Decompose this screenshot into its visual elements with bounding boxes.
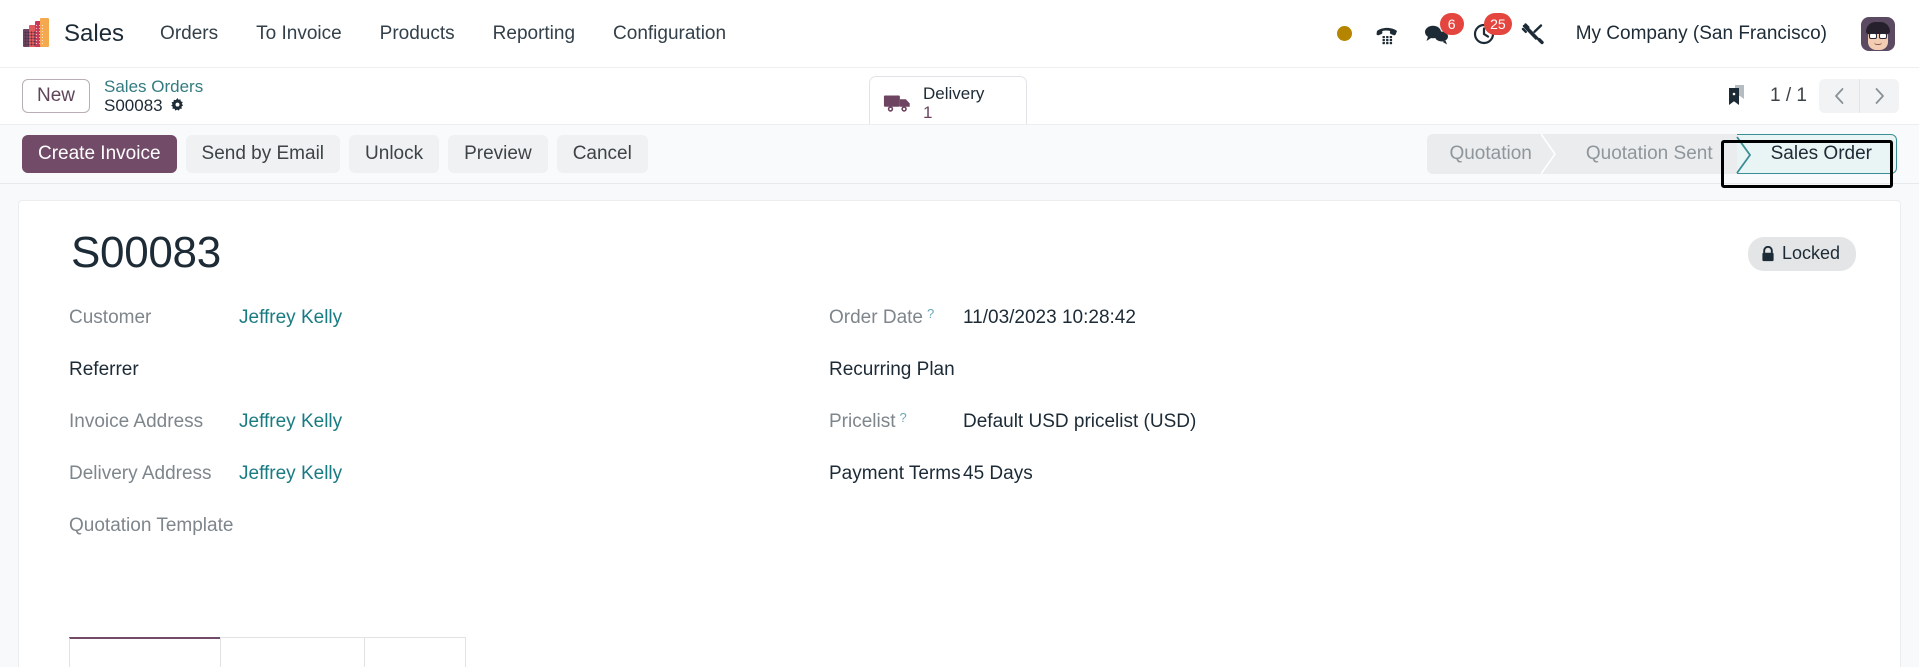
stage-quotation-sent-label: Quotation Sent bbox=[1585, 142, 1713, 164]
field-order-date-label: Order Date ? bbox=[829, 306, 963, 330]
sales-app-logo[interactable] bbox=[22, 17, 52, 49]
menu-item-reporting[interactable]: Reporting bbox=[491, 19, 577, 49]
breadcrumb-current-record: S00083 bbox=[104, 96, 203, 115]
cancel-button[interactable]: Cancel bbox=[556, 134, 648, 174]
field-referrer-label: Referrer bbox=[69, 359, 139, 381]
pager: 1 / 1 bbox=[1770, 79, 1899, 113]
status-pipeline: Quotation Quotation Sent Sales Order bbox=[1427, 134, 1899, 188]
field-referrer: Referrer bbox=[69, 359, 829, 383]
messages-count-badge: 6 bbox=[1439, 12, 1464, 35]
delivery-smart-button-label: Delivery bbox=[923, 84, 985, 103]
messages-icon[interactable]: 6 bbox=[1422, 12, 1464, 46]
menu-item-orders[interactable]: Orders bbox=[158, 19, 220, 49]
field-pricelist-value[interactable]: Default USD pricelist (USD) bbox=[963, 411, 1196, 434]
field-invoice-address-label: Invoice Address bbox=[69, 411, 204, 433]
field-pricelist: Pricelist ? Default USD pricelist (USD) bbox=[829, 410, 1850, 435]
pager-count: 1 / 1 bbox=[1770, 85, 1807, 106]
menu-item-configuration[interactable]: Configuration bbox=[611, 19, 728, 49]
field-recurring-plan-label: Recurring Plan bbox=[829, 359, 955, 381]
truck-icon bbox=[883, 91, 913, 115]
field-payment-terms-label: Payment Terms bbox=[829, 463, 961, 485]
lock-icon bbox=[1761, 245, 1775, 262]
chevron-right-icon[interactable] bbox=[1859, 79, 1899, 113]
field-invoice-address-value[interactable]: Jeffrey Kelly bbox=[239, 411, 342, 434]
user-avatar[interactable] bbox=[1861, 16, 1895, 51]
breadcrumb: Sales Orders S00083 bbox=[104, 77, 203, 115]
action-statusbar: Create Invoice Send by Email Unlock Prev… bbox=[0, 124, 1919, 188]
notebook-tabs bbox=[69, 637, 1850, 667]
locked-badge-label: Locked bbox=[1781, 243, 1840, 263]
stage-quotation[interactable]: Quotation bbox=[1427, 134, 1557, 174]
stage-separator-icon bbox=[1540, 134, 1557, 174]
field-order-date-value[interactable]: 11/03/2023 10:28:42 bbox=[963, 307, 1136, 330]
status-badge-locked: Locked bbox=[1747, 237, 1856, 271]
presence-dot-icon[interactable] bbox=[1336, 26, 1352, 41]
field-pricelist-label-text: Pricelist bbox=[829, 411, 896, 433]
smart-buttons-area: Delivery 1 bbox=[869, 76, 1027, 131]
unlock-button[interactable]: Unlock bbox=[349, 134, 440, 174]
breadcrumb-parent-sales-orders[interactable]: Sales Orders bbox=[104, 77, 203, 96]
breadcrumb-current-label: S00083 bbox=[104, 96, 163, 115]
field-customer-value[interactable]: Jeffrey Kelly bbox=[239, 307, 342, 330]
notebook-tab-2[interactable] bbox=[220, 637, 365, 667]
page-title: S00083 bbox=[71, 228, 221, 277]
company-switcher[interactable]: My Company (San Francisco) bbox=[1576, 23, 1827, 45]
notebook-tab-1[interactable] bbox=[69, 637, 221, 667]
activities-count-badge: 25 bbox=[1484, 12, 1512, 35]
field-order-date-help-icon[interactable]: ? bbox=[927, 306, 934, 322]
stage-arrow-icon bbox=[1735, 135, 1754, 174]
field-delivery-address-value[interactable]: Jeffrey Kelly bbox=[239, 463, 342, 486]
top-navbar: Sales Orders To Invoice Products Reporti… bbox=[0, 0, 1919, 68]
stage-quotation-sent[interactable]: Quotation Sent bbox=[1555, 134, 1737, 174]
menu-item-products[interactable]: Products bbox=[378, 19, 457, 49]
field-customer: Customer Jeffrey Kelly bbox=[69, 307, 829, 331]
delivery-smart-button[interactable]: Delivery 1 bbox=[869, 76, 1027, 131]
field-pricelist-help-icon[interactable]: ? bbox=[900, 410, 907, 426]
control-panel-right: 1 / 1 bbox=[1724, 79, 1899, 113]
delivery-smart-button-count: 1 bbox=[923, 103, 933, 123]
gear-icon[interactable] bbox=[170, 98, 185, 113]
field-invoice-address: Invoice Address Jeffrey Kelly bbox=[69, 411, 829, 435]
bookmark-icon[interactable] bbox=[1724, 83, 1750, 109]
form-columns: Customer Jeffrey Kelly Referrer Invoice … bbox=[69, 306, 1850, 567]
field-delivery-address-label: Delivery Address bbox=[69, 463, 212, 485]
menu-item-to-invoice[interactable]: To Invoice bbox=[254, 19, 344, 49]
field-pricelist-label: Pricelist ? bbox=[829, 410, 963, 434]
action-buttons: Create Invoice Send by Email Unlock Prev… bbox=[22, 134, 648, 174]
field-payment-terms-value[interactable]: 45 Days bbox=[963, 463, 1033, 486]
create-invoice-button[interactable]: Create Invoice bbox=[22, 134, 177, 174]
navbar-right-tools: 6 25 My Company (San Francisco) bbox=[1336, 12, 1899, 51]
field-quotation-template-label: Quotation Template bbox=[69, 515, 234, 537]
notebook-tab-3[interactable] bbox=[364, 637, 466, 667]
new-record-button[interactable]: New bbox=[22, 79, 91, 113]
form-sheet: Locked S00083 Customer Jeffrey Kelly Ref… bbox=[18, 200, 1901, 667]
field-delivery-address: Delivery Address Jeffrey Kelly bbox=[69, 463, 829, 487]
field-quotation-template: Quotation Template bbox=[69, 515, 829, 539]
form-background: Locked S00083 Customer Jeffrey Kelly Ref… bbox=[0, 184, 1919, 667]
control-panel: New Sales Orders S00083 Delivery 1 1 / 1 bbox=[0, 68, 1919, 131]
field-order-date-label-text: Order Date bbox=[829, 307, 923, 329]
clock-activities-icon[interactable]: 25 bbox=[1472, 12, 1512, 46]
chevron-left-icon[interactable] bbox=[1819, 79, 1859, 113]
tools-icon[interactable] bbox=[1520, 22, 1546, 46]
field-customer-label: Customer bbox=[69, 307, 152, 329]
preview-button[interactable]: Preview bbox=[448, 134, 548, 174]
stage-sales-order-label: Sales Order bbox=[1770, 142, 1872, 164]
phone-dialpad-icon[interactable] bbox=[1374, 22, 1400, 46]
send-by-email-button[interactable]: Send by Email bbox=[185, 134, 341, 174]
form-column-left: Customer Jeffrey Kelly Referrer Invoice … bbox=[69, 307, 829, 567]
form-column-right: Order Date ? 11/03/2023 10:28:42 Recurri… bbox=[829, 306, 1850, 567]
stage-quotation-label: Quotation bbox=[1449, 142, 1532, 164]
stage-sales-order[interactable]: Sales Order bbox=[1735, 134, 1897, 174]
field-order-date: Order Date ? 11/03/2023 10:28:42 bbox=[829, 306, 1850, 331]
field-recurring-plan: Recurring Plan bbox=[829, 359, 1850, 383]
app-name[interactable]: Sales bbox=[64, 20, 124, 48]
field-payment-terms: Payment Terms 45 Days bbox=[829, 463, 1850, 487]
